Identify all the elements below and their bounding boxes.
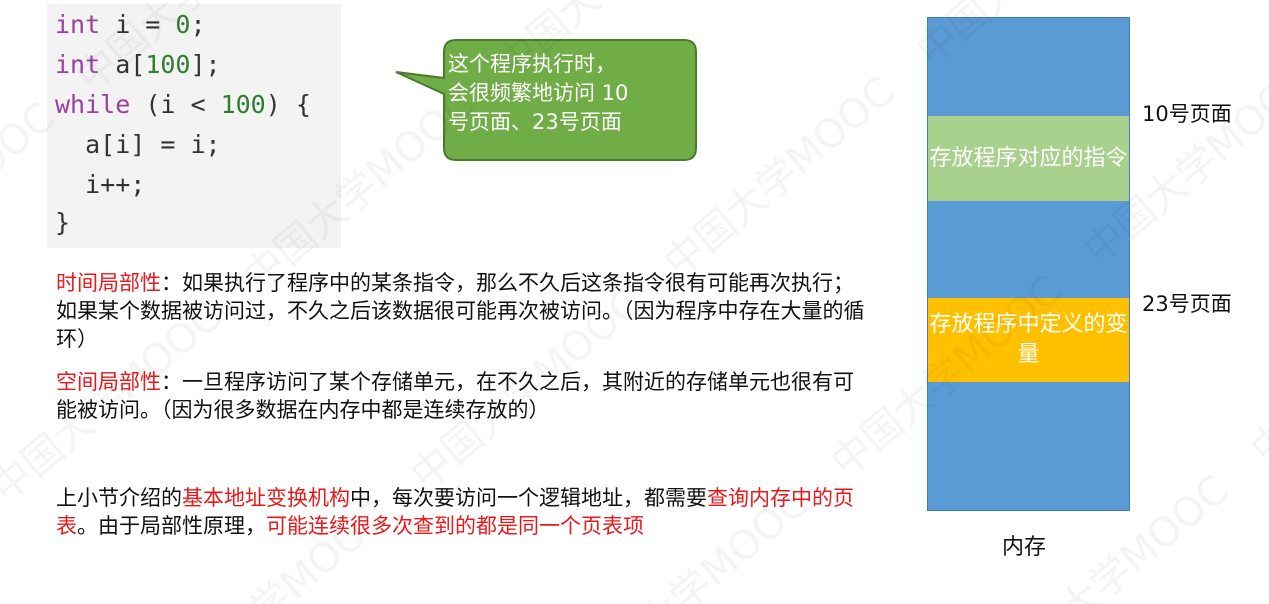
- page-23-label: 23号页面: [1142, 292, 1232, 316]
- spatial-locality-term: 空间局部性: [56, 370, 161, 394]
- instructions-page: 存放程序对应的指令: [928, 116, 1129, 201]
- memory-block: 存放程序对应的指令 存放程序中定义的变量: [927, 17, 1130, 511]
- temporal-locality-paragraph: 时间局部性：如果执行了程序中的某条指令，那么不久后这条指令很有可能再次执行；如果…: [56, 271, 865, 351]
- memory-caption: 内存: [1002, 535, 1047, 560]
- code-line-4: a[i] = i;: [55, 130, 221, 159]
- temporal-locality-term: 时间局部性: [56, 271, 161, 295]
- code-line-1: int i = 0;: [55, 10, 206, 39]
- spatial-locality-paragraph: 空间局部性：一旦程序访问了某个存储单元，在不久之后，其附近的存储单元也很有可能被…: [56, 370, 854, 422]
- code-line-5: i++;: [55, 170, 146, 199]
- variables-page: 存放程序中定义的变量: [928, 298, 1129, 382]
- page-10-label: 10号页面: [1142, 102, 1232, 126]
- code-line-6: }: [55, 208, 71, 237]
- code-line-2: int a[100];: [55, 50, 221, 79]
- summary-paragraph: 上小节介绍的基本地址变换机构中，每次要访问一个逻辑地址，都需要查询内存中的页表。…: [56, 486, 854, 538]
- callout-text: 这个程序执行时， 会很频繁地访问 10 号页面、23号页面: [448, 52, 629, 134]
- code-snippet: int i = 0; int a[100]; while (i < 100) {…: [47, 4, 341, 248]
- code-line-3: while (i < 100) {: [55, 90, 311, 119]
